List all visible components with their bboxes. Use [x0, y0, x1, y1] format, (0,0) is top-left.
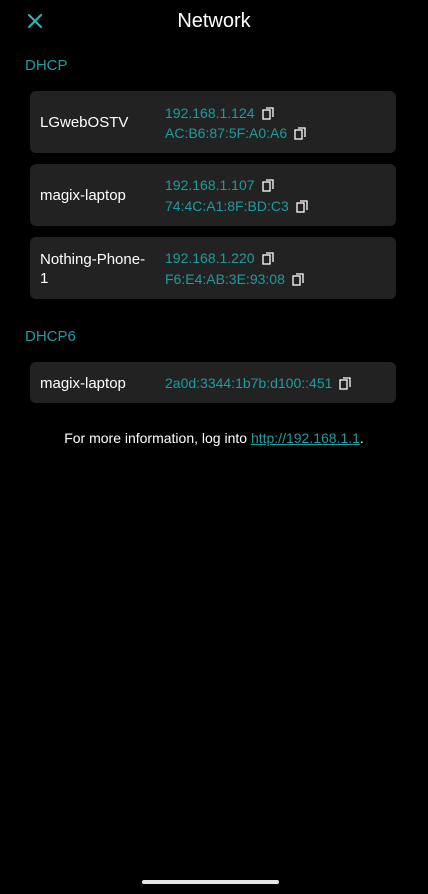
copy-icon[interactable]: [296, 199, 308, 213]
device-ip: 2a0d:3344:1b7b:d100::451: [165, 375, 333, 391]
device-ip-row: 192.168.1.107: [165, 176, 274, 194]
device-card-magix-laptop-v6: magix-laptop 2a0d:3344:1b7b:d100::451: [30, 362, 396, 403]
router-link[interactable]: http://192.168.1.1: [251, 430, 360, 446]
device-ip-row: 192.168.1.220: [165, 249, 274, 267]
device-mac: F6:E4:AB:3E:93:08: [165, 271, 285, 287]
device-ip-row: 192.168.1.124: [165, 104, 274, 122]
device-card-magix-laptop: magix-laptop 192.168.1.107 74:4C:A1:8F:B…: [30, 164, 396, 226]
device-mac-row: 74:4C:A1:8F:BD:C3: [165, 197, 308, 215]
page-title: Network: [177, 10, 251, 32]
header-bar: Network: [0, 0, 428, 44]
footer-period: .: [359, 430, 364, 446]
device-ip: 192.168.1.124: [165, 105, 255, 121]
copy-icon[interactable]: [294, 126, 306, 140]
copy-icon[interactable]: [261, 251, 274, 265]
home-indicator[interactable]: [142, 880, 279, 884]
footer-text: For more information, log into: [64, 430, 251, 446]
copy-icon[interactable]: [292, 272, 304, 286]
device-name: Nothing-Phone-1: [40, 251, 146, 287]
section-label-dhcp6: DHCP6: [25, 328, 76, 345]
device-card-lgwebostv: LGwebOSTV 192.168.1.124 AC:B6:87:5F:A0:A…: [30, 91, 396, 153]
copy-icon[interactable]: [261, 106, 274, 120]
device-mac-row: AC:B6:87:5F:A0:A6: [165, 124, 306, 142]
device-name: magix-laptop: [40, 187, 126, 204]
device-ip-row: 2a0d:3344:1b7b:d100::451: [165, 374, 352, 392]
device-mac: 74:4C:A1:8F:BD:C3: [165, 198, 289, 214]
device-ip: 192.168.1.107: [165, 177, 255, 193]
device-ip: 192.168.1.220: [165, 250, 255, 266]
device-card-nothing-phone: Nothing-Phone-1 192.168.1.220 F6:E4:AB:3…: [30, 237, 396, 299]
device-name: LGwebOSTV: [40, 114, 129, 131]
info-footer: For more information, log into http://19…: [0, 430, 428, 446]
device-name: magix-laptop: [40, 375, 126, 392]
device-mac: AC:B6:87:5F:A0:A6: [165, 125, 288, 141]
copy-icon[interactable]: [261, 178, 274, 192]
section-label-dhcp: DHCP: [25, 57, 68, 74]
device-mac-row: F6:E4:AB:3E:93:08: [165, 270, 304, 288]
copy-icon[interactable]: [339, 376, 352, 390]
